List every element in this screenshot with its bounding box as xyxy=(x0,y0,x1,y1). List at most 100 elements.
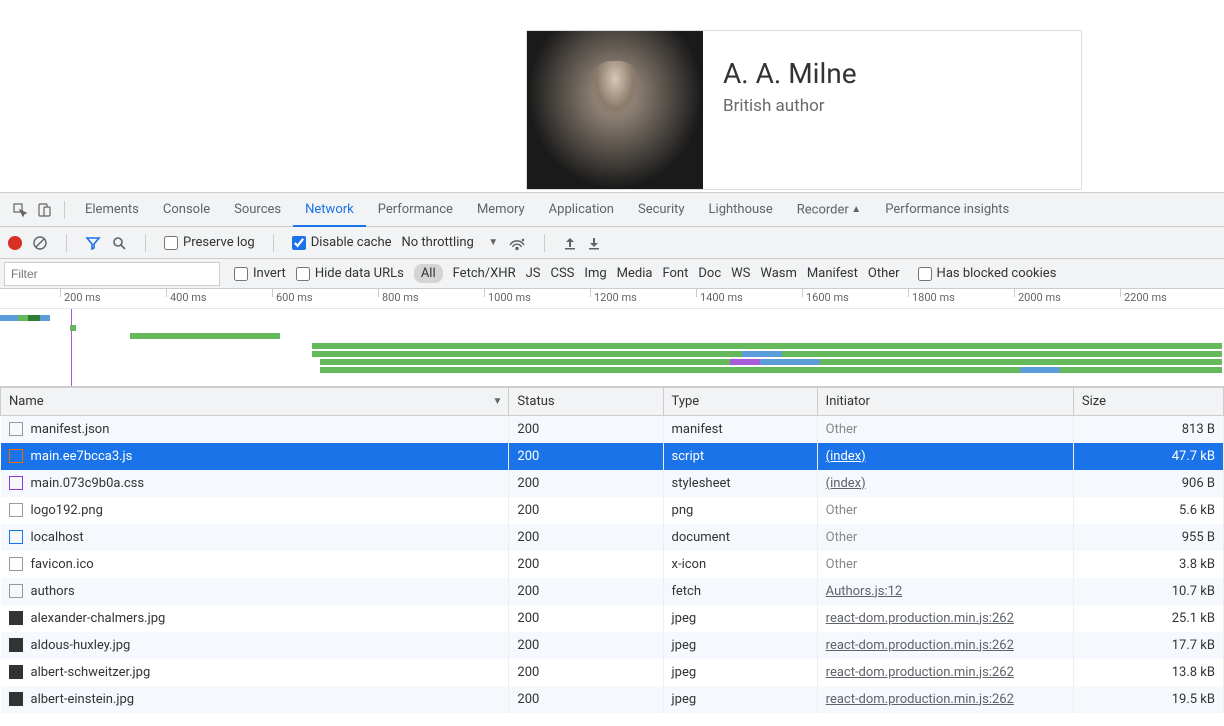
tab-performance[interactable]: Performance xyxy=(366,193,465,227)
filter-cat-manifest[interactable]: Manifest xyxy=(807,266,858,281)
clear-icon[interactable] xyxy=(32,235,48,251)
initiator-cell[interactable]: react-dom.production.min.js:262 xyxy=(817,605,1073,632)
tab-recorder[interactable]: Recorder ▲ xyxy=(785,193,873,227)
filter-cat-media[interactable]: Media xyxy=(617,266,653,281)
network-table: Name▼ Status Type Initiator Size manifes… xyxy=(0,387,1224,713)
record-button[interactable] xyxy=(8,236,22,250)
invert-label: Invert xyxy=(253,266,286,281)
wf-bar xyxy=(28,315,40,321)
tab-sources[interactable]: Sources xyxy=(222,193,293,227)
download-icon[interactable] xyxy=(587,236,601,250)
tab-network[interactable]: Network xyxy=(293,193,366,227)
initiator-cell[interactable]: (index) xyxy=(817,470,1073,497)
invert-checkbox[interactable]: Invert xyxy=(234,266,286,281)
network-conditions-icon[interactable] xyxy=(508,235,526,251)
throttling-label: No throttling xyxy=(402,235,474,250)
filter-cat-wasm[interactable]: Wasm xyxy=(760,266,797,281)
table-row[interactable]: logo192.png200pngOther5.6 kB xyxy=(1,497,1224,524)
table-row[interactable]: albert-schweitzer.jpg200jpegreact-dom.pr… xyxy=(1,659,1224,686)
tab-application[interactable]: Application xyxy=(537,193,626,227)
col-initiator[interactable]: Initiator xyxy=(817,388,1073,416)
request-name: logo192.png xyxy=(31,503,103,518)
inspect-icon[interactable] xyxy=(8,202,32,218)
table-row[interactable]: aldous-huxley.jpg200jpegreact-dom.produc… xyxy=(1,632,1224,659)
status-cell: 200 xyxy=(509,605,663,632)
filter-icon[interactable] xyxy=(85,235,101,251)
doc-file-icon xyxy=(9,422,23,436)
wf-bar xyxy=(320,367,1020,373)
preserve-log-checkbox[interactable]: Preserve log xyxy=(164,235,255,250)
tab-security[interactable]: Security xyxy=(626,193,697,227)
filter-cat-font[interactable]: Font xyxy=(662,266,688,281)
initiator-cell: Other xyxy=(817,524,1073,551)
col-type[interactable]: Type xyxy=(663,388,817,416)
wf-bar xyxy=(1060,367,1222,373)
upload-icon[interactable] xyxy=(563,236,577,250)
device-icon[interactable] xyxy=(32,202,56,218)
type-cell: png xyxy=(663,497,817,524)
filter-cat-ws[interactable]: WS xyxy=(731,266,750,281)
author-card[interactable]: A. A. Milne British author xyxy=(526,30,1082,190)
request-name: favicon.ico xyxy=(31,557,94,572)
filter-cat-css[interactable]: CSS xyxy=(551,266,575,281)
has-blocked-label: Has blocked cookies xyxy=(937,266,1057,281)
initiator-cell[interactable]: (index) xyxy=(817,443,1073,470)
tab-elements[interactable]: Elements xyxy=(73,193,151,227)
timeline-tick: 600 ms xyxy=(276,291,313,304)
initiator-cell[interactable]: react-dom.production.min.js:262 xyxy=(817,686,1073,713)
table-row[interactable]: localhost200documentOther955 B xyxy=(1,524,1224,551)
table-row[interactable]: alexander-chalmers.jpg200jpegreact-dom.p… xyxy=(1,605,1224,632)
wf-bar xyxy=(18,315,28,321)
filter-input[interactable] xyxy=(4,262,220,286)
img-file-icon xyxy=(9,638,23,652)
author-text: A. A. Milne British author xyxy=(723,31,857,189)
filter-cat-other[interactable]: Other xyxy=(868,266,900,281)
wf-bar xyxy=(130,333,280,339)
disable-cache-checkbox[interactable]: Disable cache xyxy=(292,235,392,250)
size-cell: 10.7 kB xyxy=(1073,578,1223,605)
tab-console[interactable]: Console xyxy=(151,193,222,227)
filter-cat-doc[interactable]: Doc xyxy=(698,266,721,281)
initiator-cell[interactable]: Authors.js:12 xyxy=(817,578,1073,605)
table-row[interactable]: main.ee7bcca3.js200script(index)47.7 kB xyxy=(1,443,1224,470)
network-toolbar: Preserve log Disable cache No throttling… xyxy=(0,227,1224,259)
timeline-tick: 800 ms xyxy=(382,291,419,304)
type-cell: manifest xyxy=(663,416,817,443)
timeline-tick: 1800 ms xyxy=(912,291,955,304)
table-row[interactable]: authors200fetchAuthors.js:1210.7 kB xyxy=(1,578,1224,605)
img-file-icon xyxy=(9,665,23,679)
request-name: albert-einstein.jpg xyxy=(31,692,135,707)
filter-cat-js[interactable]: JS xyxy=(526,266,541,281)
timeline-tick: 1000 ms xyxy=(488,291,531,304)
table-row[interactable]: manifest.json200manifestOther813 B xyxy=(1,416,1224,443)
throttling-dropdown[interactable]: No throttling ▼ xyxy=(402,235,499,250)
request-name: albert-schweitzer.jpg xyxy=(31,665,151,680)
table-row[interactable]: albert-einstein.jpg200jpegreact-dom.prod… xyxy=(1,686,1224,713)
wf-bar xyxy=(312,351,742,357)
wf-bar xyxy=(760,359,820,365)
tab-memory[interactable]: Memory xyxy=(465,193,537,227)
filter-cat-img[interactable]: Img xyxy=(584,266,606,281)
col-size[interactable]: Size xyxy=(1073,388,1223,416)
size-cell: 5.6 kB xyxy=(1073,497,1223,524)
col-status[interactable]: Status xyxy=(509,388,663,416)
timeline-tick: 1600 ms xyxy=(806,291,849,304)
search-icon[interactable] xyxy=(111,235,127,251)
initiator-cell[interactable]: react-dom.production.min.js:262 xyxy=(817,659,1073,686)
divider xyxy=(544,234,545,252)
table-row[interactable]: main.073c9b0a.css200stylesheet(index)906… xyxy=(1,470,1224,497)
tab-performance-insights[interactable]: Performance insights xyxy=(873,193,1021,227)
table-row[interactable]: favicon.ico200x-iconOther3.8 kB xyxy=(1,551,1224,578)
filter-cat-fetchxhr[interactable]: Fetch/XHR xyxy=(453,266,516,281)
tab-lighthouse[interactable]: Lighthouse xyxy=(697,193,785,227)
has-blocked-checkbox[interactable]: Has blocked cookies xyxy=(918,266,1057,281)
type-cell: x-icon xyxy=(663,551,817,578)
status-cell: 200 xyxy=(509,524,663,551)
filter-cat-all[interactable]: All xyxy=(414,264,443,283)
request-name: aldous-huxley.jpg xyxy=(31,638,131,653)
type-cell: stylesheet xyxy=(663,470,817,497)
initiator-cell[interactable]: react-dom.production.min.js:262 xyxy=(817,632,1073,659)
network-timeline[interactable]: 200 ms400 ms600 ms800 ms1000 ms1200 ms14… xyxy=(0,289,1224,387)
hide-data-urls-checkbox[interactable]: Hide data URLs xyxy=(296,266,404,281)
col-name[interactable]: Name▼ xyxy=(1,388,509,416)
